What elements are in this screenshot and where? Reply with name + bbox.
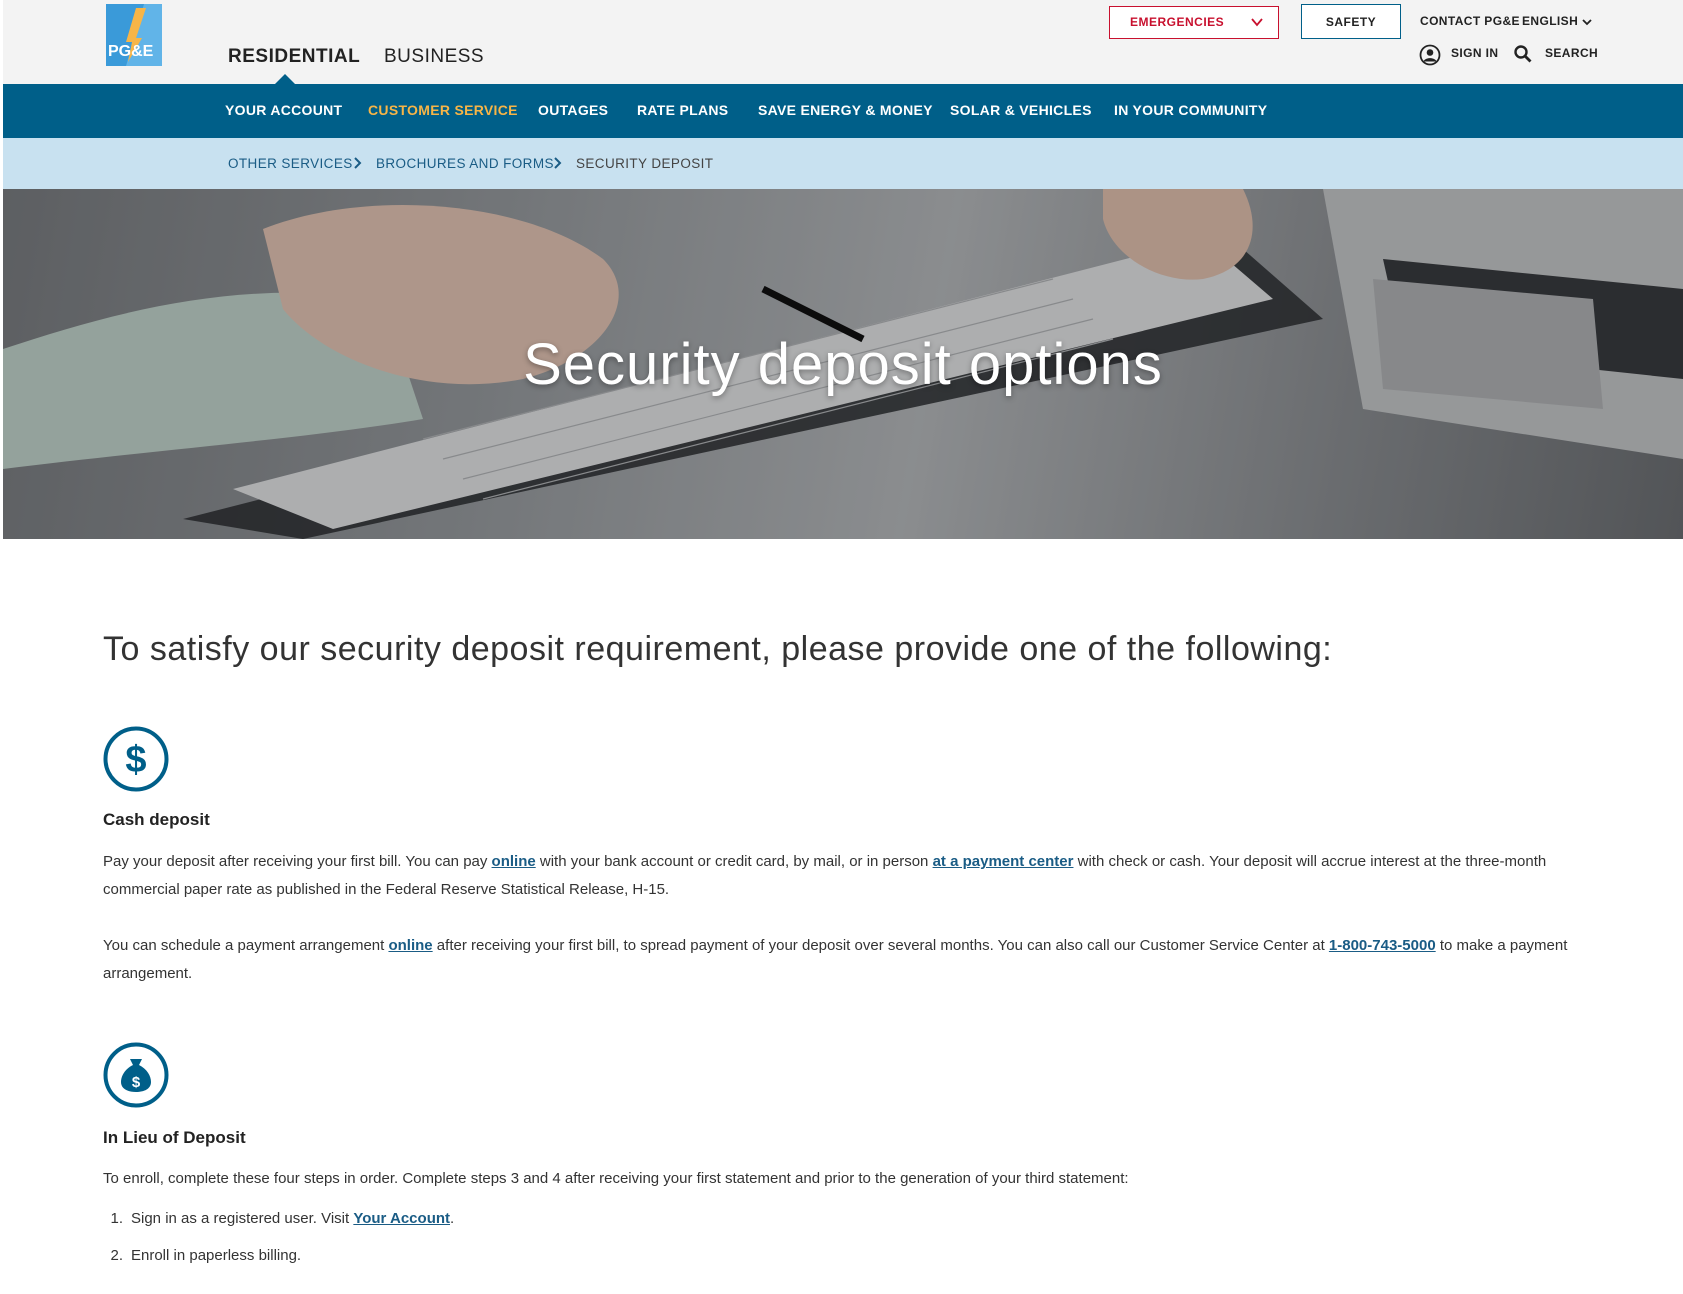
- list-item: 1. Sign in as a registered user. Visit Yo…: [103, 1210, 1583, 1227]
- nav-solar-vehicles[interactable]: SOLAR & VEHICLES: [950, 102, 1092, 118]
- nav-your-account[interactable]: YOUR ACCOUNT: [225, 102, 342, 118]
- payment-arrangement-online-link[interactable]: online: [388, 937, 432, 954]
- dollar-icon: $: [103, 726, 169, 792]
- text-segment: Enroll in paperless billing.: [131, 1247, 302, 1264]
- cash-deposit-paragraph-1: Pay your deposit after receiving your fi…: [103, 848, 1583, 904]
- pay-online-link[interactable]: online: [492, 853, 536, 870]
- pge-logo-icon[interactable]: PG&E: [106, 4, 162, 66]
- nav-outages[interactable]: OUTAGES: [538, 102, 608, 118]
- nav-in-your-community[interactable]: IN YOUR COMMUNITY: [1114, 102, 1267, 118]
- nav-save-energy-money[interactable]: SAVE ENERGY & MONEY: [758, 102, 933, 118]
- user-icon: [1419, 44, 1441, 66]
- page-title: Security deposit options: [523, 332, 1163, 397]
- text-segment: You can schedule a payment arrangement: [103, 937, 389, 954]
- hero-banner: Security deposit options: [3, 189, 1683, 539]
- intro-heading: To satisfy our security deposit requirem…: [103, 630, 1333, 668]
- cash-deposit-paragraph-2: You can schedule a payment arrangement o…: [103, 932, 1583, 988]
- breadcrumb: OTHER SERVICES BROCHURES AND FORMS SECUR…: [3, 138, 1683, 189]
- svg-text:$: $: [132, 1074, 141, 1091]
- contact-link[interactable]: CONTACT PG&E: [1420, 14, 1520, 28]
- payment-center-link[interactable]: at a payment center: [933, 853, 1074, 870]
- segment-tab-residential[interactable]: RESIDENTIAL: [228, 46, 360, 68]
- customer-service-phone-link[interactable]: 1-800-743-5000: [1329, 937, 1436, 954]
- chevron-right-icon: [354, 157, 362, 169]
- chevron-down-icon: [1251, 18, 1263, 27]
- step-number: 1.: [110, 1210, 123, 1227]
- search-link[interactable]: SEARCH: [1513, 45, 1598, 63]
- main-navigation: YOUR ACCOUNT CUSTOMER SERVICE OUTAGES RA…: [3, 84, 1683, 138]
- safety-button[interactable]: SAFETY: [1301, 4, 1401, 39]
- your-account-link[interactable]: Your Account: [353, 1210, 450, 1227]
- main-content: To satisfy our security deposit requirem…: [103, 630, 1583, 1264]
- emergencies-dropdown[interactable]: EMERGENCIES: [1109, 6, 1279, 39]
- segment-tab-business[interactable]: BUSINESS: [384, 46, 484, 68]
- top-bar: PG&E RESIDENTIAL BUSINESS EMERGENCIES SA…: [3, 0, 1683, 84]
- text-segment: .: [450, 1210, 455, 1227]
- text-segment: with your bank account or credit card, b…: [535, 853, 933, 870]
- in-lieu-of-deposit-title: In Lieu of Deposit: [103, 1128, 246, 1147]
- money-bag-icon: $: [103, 1042, 169, 1108]
- language-selector[interactable]: ENGLISH: [1522, 14, 1592, 28]
- enroll-steps-list: 1. Sign in as a registered user. Visit Yo…: [103, 1210, 1583, 1284]
- breadcrumb-security-deposit: SECURITY DEPOSIT: [576, 156, 714, 171]
- text-segment: after receiving your first bill, to spre…: [432, 937, 1329, 954]
- step-number: 2.: [110, 1247, 123, 1264]
- nav-rate-plans[interactable]: RATE PLANS: [637, 102, 728, 118]
- in-lieu-intro: To enroll, complete these four steps in …: [103, 1170, 1129, 1187]
- sign-in-link[interactable]: SIGN IN: [1419, 44, 1498, 66]
- nav-customer-service[interactable]: CUSTOMER SERVICE: [368, 102, 518, 118]
- svg-text:PG&E: PG&E: [108, 43, 154, 60]
- breadcrumb-other-services[interactable]: OTHER SERVICES: [228, 156, 353, 171]
- list-item: 2. Enroll in paperless billing.: [103, 1247, 1583, 1264]
- active-segment-caret: [275, 74, 295, 84]
- language-label: ENGLISH: [1522, 14, 1579, 28]
- search-icon: [1514, 45, 1532, 63]
- emergencies-label: EMERGENCIES: [1130, 15, 1225, 29]
- svg-text:$: $: [125, 739, 146, 781]
- cash-deposit-title: Cash deposit: [103, 810, 210, 829]
- chevron-right-icon: [554, 157, 562, 169]
- chevron-down-icon: [1582, 19, 1592, 26]
- text-segment: Sign in as a registered user. Visit: [131, 1210, 354, 1227]
- breadcrumb-brochures-and-forms[interactable]: BROCHURES AND FORMS: [376, 156, 554, 171]
- text-segment: Pay your deposit after receiving your fi…: [103, 853, 492, 870]
